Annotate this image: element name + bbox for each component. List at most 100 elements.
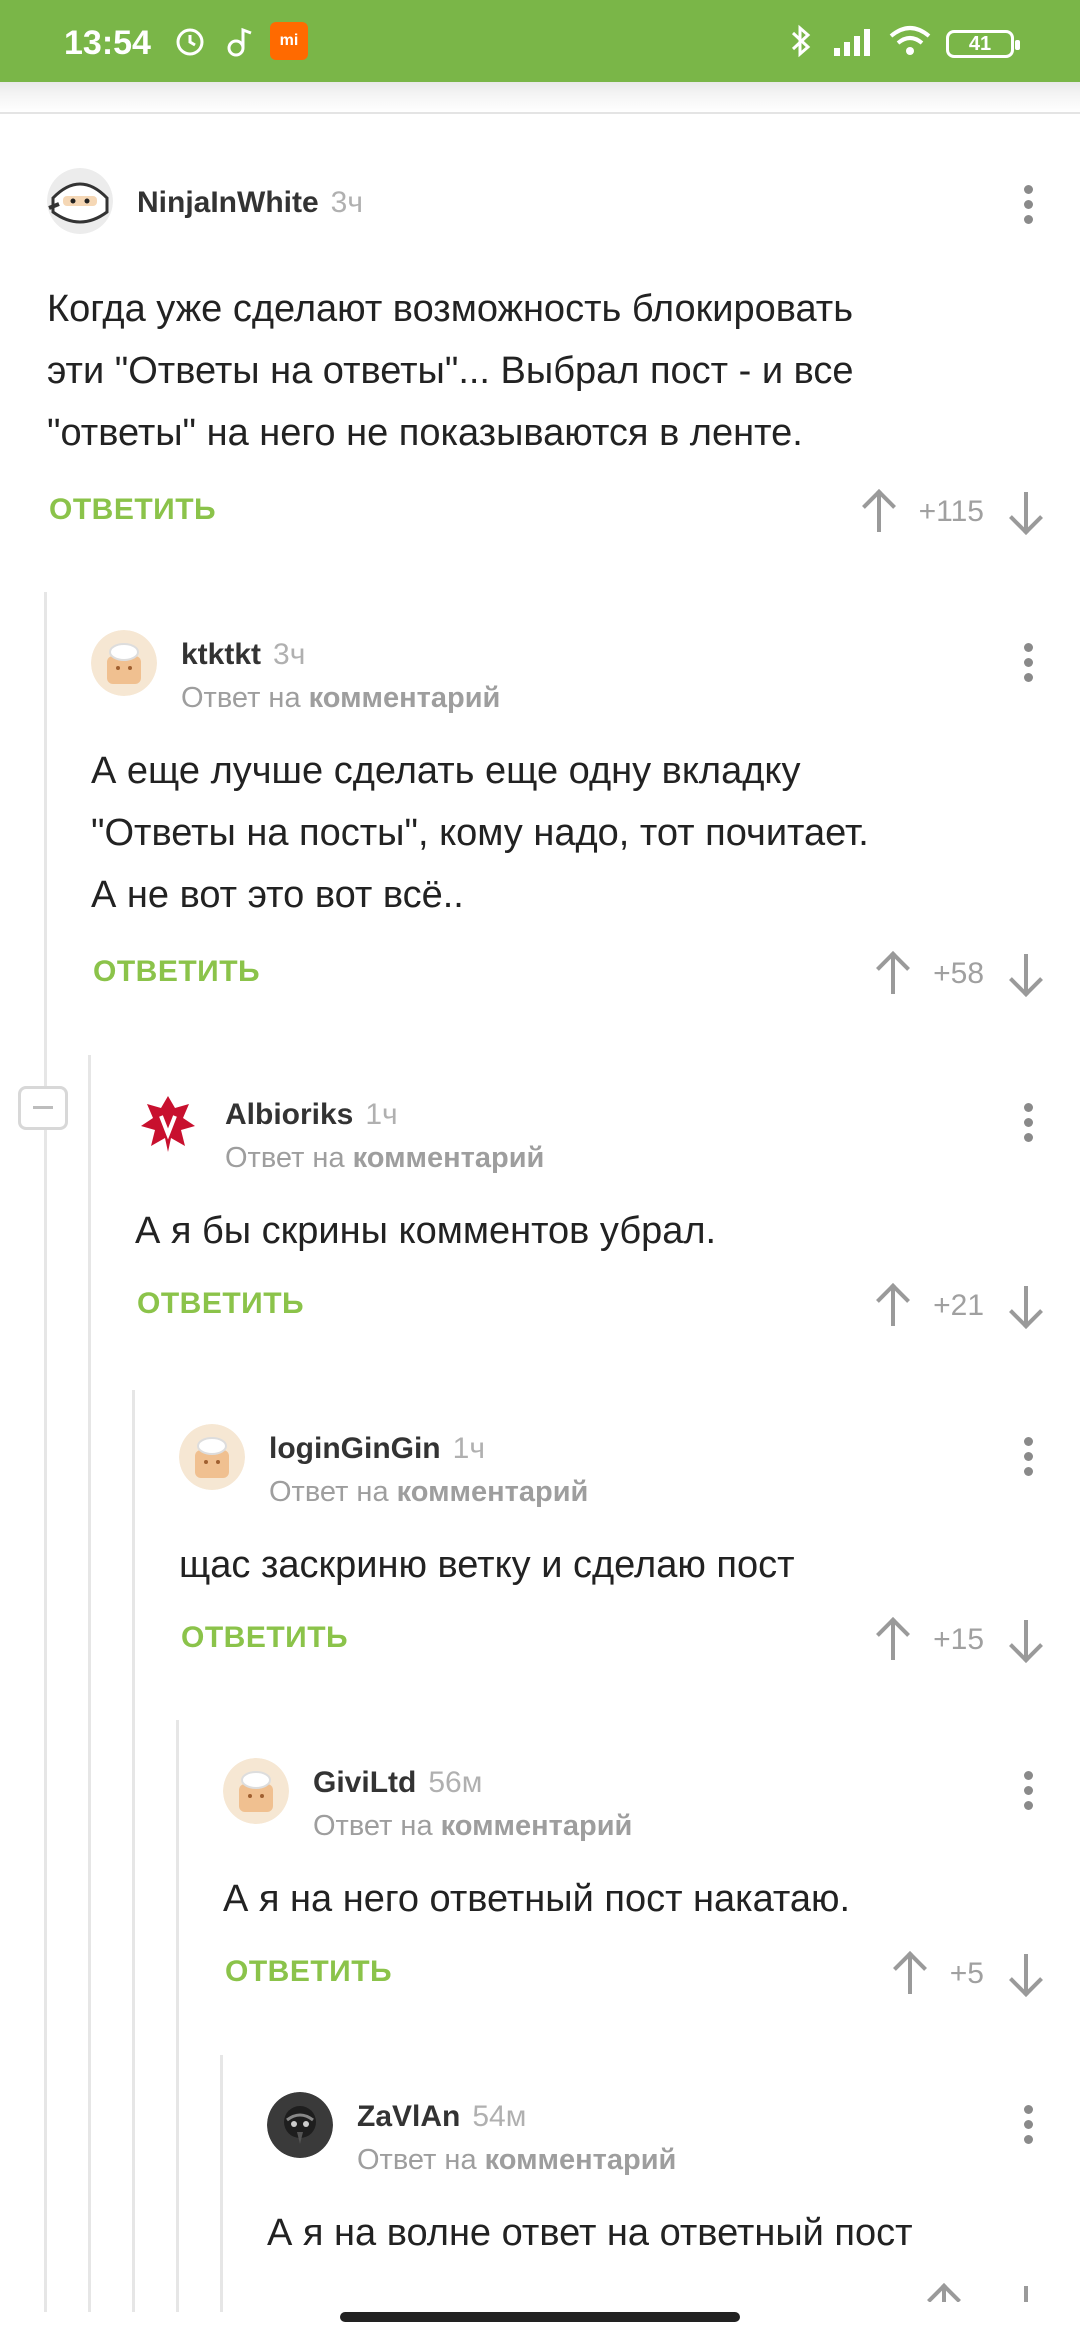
avatar[interactable] — [47, 168, 113, 234]
upvote-icon[interactable] — [869, 946, 917, 1002]
vote-controls: +115 — [855, 484, 1050, 540]
downvote-icon[interactable] — [1002, 1946, 1050, 2002]
more-options-icon[interactable] — [1008, 180, 1048, 240]
more-options-icon[interactable] — [1008, 1432, 1048, 1492]
comment-time: 1ч — [365, 1098, 398, 1131]
comment-text: А я на волне ответ на ответный пост — [267, 2202, 913, 2264]
reply-to-prefix: Ответ на — [181, 682, 301, 714]
comment: Albioriks 1ч Ответ на комментарий А я бы … — [135, 1090, 1080, 1340]
more-options-icon[interactable] — [1008, 638, 1048, 698]
comment-text: щас заскриню ветку и сделаю пост — [179, 1534, 795, 1596]
status-bar: 13:54 mi 41 — [0, 0, 1080, 82]
vote-controls: +15 — [869, 1612, 1050, 1668]
bluetooth-icon — [786, 22, 816, 60]
comment-score: +21 — [933, 1289, 984, 1322]
thread-line — [176, 1720, 179, 2312]
avatar[interactable] — [91, 630, 157, 696]
comment-text-line: Когда уже сделают возможность блокироват… — [47, 288, 853, 330]
comment-text: Когда уже сделают возможность блокироват… — [47, 278, 854, 464]
comment: loginGinGin 1ч Ответ на комментарий щас з… — [179, 1424, 1080, 1674]
reply-to-prefix: Ответ на — [269, 1476, 389, 1508]
vote-controls: +5 — [886, 1946, 1050, 2002]
reply-to-prefix: Ответ на — [357, 2144, 477, 2176]
toolbar-shadow — [0, 82, 1080, 114]
reply-button[interactable]: ОТВЕТИТЬ — [181, 1621, 348, 1655]
gesture-home-bar[interactable] — [340, 2312, 740, 2322]
reply-to-link[interactable]: комментарий — [309, 682, 501, 714]
author-name[interactable]: ZaVlAn — [357, 2100, 460, 2133]
comment-text: А я бы скрины комментов убрал. — [135, 1200, 716, 1262]
author-name[interactable]: NinjaInWhite — [137, 186, 319, 219]
downvote-icon[interactable] — [1002, 1612, 1050, 1668]
comment-text: А я на него ответный пост накатаю. — [223, 1868, 850, 1930]
comment: ktktkt 3ч Ответ на комментарий А еще лучш… — [91, 630, 1080, 1010]
comment-text-line: щас заскриню ветку и сделаю пост — [179, 1544, 795, 1586]
downvote-icon[interactable] — [1002, 1278, 1050, 1334]
author-name[interactable]: loginGinGin — [269, 1432, 441, 1465]
reply-button[interactable]: ОТВЕТИТЬ — [225, 1955, 392, 1989]
battery-icon: 41 — [946, 30, 1020, 58]
reply-button[interactable]: ОТВЕТИТЬ — [137, 1287, 304, 1321]
vote-controls: +21 — [869, 1278, 1050, 1334]
alarm-icon — [170, 22, 210, 60]
reply-to-label: Ответ на комментарий — [313, 1810, 632, 1843]
reply-to-link[interactable]: комментарий — [353, 1142, 545, 1174]
status-time: 13:54 — [64, 24, 151, 62]
comment-author[interactable]: ktktkt 3ч — [181, 638, 305, 672]
reply-to-link[interactable]: комментарий — [485, 2144, 677, 2176]
comment-score: +15 — [933, 1623, 984, 1656]
mi-app-icon: mi — [270, 22, 308, 60]
comment-score: +5 — [949, 1957, 984, 1990]
comment-text-line: А не вот это вот всё.. — [91, 874, 464, 916]
reply-to-label: Ответ на комментарий — [225, 1142, 544, 1175]
comment-score: +58 — [933, 957, 984, 990]
comment: NinjaInWhite 3ч Когда уже сделают возможн… — [47, 168, 1080, 548]
reply-to-link[interactable]: комментарий — [397, 1476, 589, 1508]
comment-text-line: А я на него ответный пост накатаю. — [223, 1878, 851, 1920]
upvote-icon[interactable] — [855, 484, 903, 540]
more-options-icon[interactable] — [1008, 2100, 1048, 2160]
comment-time: 54м — [472, 2100, 527, 2133]
comment-text-line: "ответы" на него не показываются в ленте… — [47, 412, 803, 454]
avatar[interactable] — [267, 2092, 333, 2158]
reply-to-link[interactable]: комментарий — [441, 1810, 633, 1842]
reply-button[interactable]: ОТВЕТИТЬ — [93, 955, 260, 989]
comment-text-line: эти "Ответы на ответы"... Выбрал пост - … — [47, 350, 854, 392]
reply-to-prefix: Ответ на — [313, 1810, 433, 1842]
upvote-icon[interactable] — [886, 1946, 934, 2002]
vote-controls — [920, 2278, 1050, 2302]
thread-line — [132, 1390, 135, 2312]
thread-line — [220, 2055, 223, 2312]
avatar[interactable] — [179, 1424, 245, 1490]
upvote-icon[interactable] — [869, 1612, 917, 1668]
avatar[interactable] — [135, 1090, 201, 1156]
reply-button[interactable]: ОТВЕТИТЬ — [49, 493, 216, 527]
vote-controls: +58 — [869, 946, 1050, 1002]
reply-to-label: Ответ на комментарий — [357, 2144, 676, 2177]
comment-author[interactable]: Albioriks 1ч — [225, 1098, 398, 1132]
comment-score: +115 — [918, 495, 984, 528]
more-options-icon[interactable] — [1008, 1098, 1048, 1158]
upvote-icon[interactable] — [869, 1278, 917, 1334]
author-name[interactable]: GiviLtd — [313, 1766, 416, 1799]
music-icon — [220, 22, 260, 60]
more-options-icon[interactable] — [1008, 1766, 1048, 1826]
comment-text-line: А еще лучше сделать еще одну вкладку — [91, 750, 801, 792]
comment-author[interactable]: NinjaInWhite 3ч — [137, 186, 363, 220]
comment-author[interactable]: ZaVlAn 54м — [357, 2100, 526, 2134]
downvote-icon[interactable] — [1002, 946, 1050, 1002]
downvote-icon[interactable] — [1002, 2278, 1050, 2302]
comment-author[interactable]: loginGinGin 1ч — [269, 1432, 485, 1466]
comment-time: 3ч — [273, 638, 306, 671]
avatar[interactable] — [223, 1758, 289, 1824]
downvote-icon[interactable] — [1002, 484, 1050, 540]
thread-line — [88, 1055, 91, 2312]
upvote-icon[interactable] — [920, 2278, 968, 2302]
author-name[interactable]: Albioriks — [225, 1098, 353, 1131]
comment-text: А еще лучше сделать еще одну вкладку "От… — [91, 740, 869, 926]
comment-time: 1ч — [452, 1432, 485, 1465]
reply-to-prefix: Ответ на — [225, 1142, 345, 1174]
comment-author[interactable]: GiviLtd 56м — [313, 1766, 482, 1800]
author-name[interactable]: ktktkt — [181, 638, 261, 671]
collapse-thread-button[interactable] — [18, 1086, 68, 1130]
